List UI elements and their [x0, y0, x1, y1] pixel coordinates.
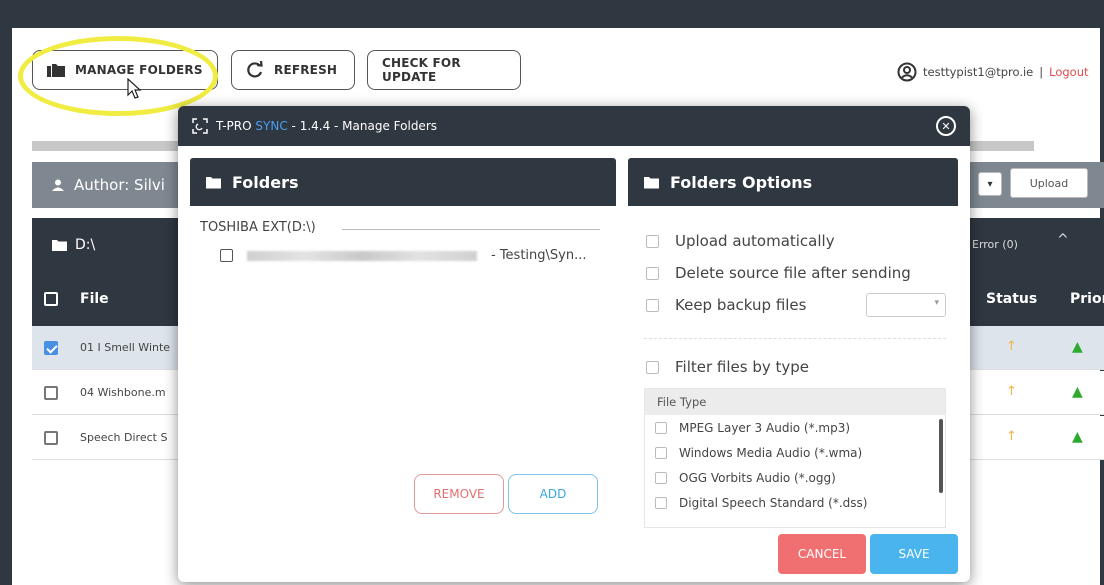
folders-pane-body: TOSHIBA EXT(D:\) - Testing\Syn... REMOVE… — [190, 206, 616, 520]
blurred-folder-path — [247, 250, 477, 261]
user-avatar-icon — [897, 62, 917, 82]
window-frame-left — [0, 0, 12, 585]
file-type-item[interactable]: Windows Media Audio (*.wma) — [645, 440, 945, 465]
close-icon[interactable]: ✕ — [936, 116, 956, 136]
upload-automatically-option[interactable]: Upload automatically — [646, 232, 835, 250]
mouse-cursor-icon — [127, 78, 142, 99]
cancel-button[interactable]: CANCEL — [778, 534, 866, 574]
title-version: - 1.4.4 - Manage Folders — [291, 119, 437, 133]
user-area: testtypist1@tpro.ie | Logout — [897, 62, 1089, 82]
folder-checkbox[interactable] — [220, 249, 233, 262]
file-name: Speech Direct S — [80, 431, 168, 444]
upload-status-icon: ↑ — [1006, 384, 1017, 399]
logout-link[interactable]: Logout — [1049, 65, 1088, 79]
upload-status-icon: ↑ — [1006, 429, 1017, 444]
upload-status-icon: ↑ — [1006, 339, 1017, 354]
priority-column-header: Prior — [1070, 291, 1104, 307]
delete-source-checkbox[interactable] — [646, 266, 659, 280]
author-icon — [52, 179, 64, 191]
title-brand: T-PRO — [216, 119, 252, 133]
priority-up-icon[interactable]: ▲ — [1072, 429, 1083, 445]
dialog-title: T-PRO SYNC - 1.4.4 - Manage Folders — [216, 119, 437, 133]
select-all-checkbox[interactable] — [44, 292, 58, 306]
keep-backup-label: Keep backup files — [675, 296, 807, 314]
folders-pane-title: Folders — [232, 172, 299, 192]
chevron-down-icon: ▾ — [934, 298, 939, 308]
file-type-scrollbar[interactable] — [939, 419, 943, 493]
folder-open-icon — [52, 240, 67, 251]
upload-automatically-label: Upload automatically — [675, 232, 835, 250]
file-type-label: Windows Media Audio (*.wma) — [679, 445, 863, 460]
file-type-item[interactable]: OGG Vorbits Audio (*.ogg) — [645, 465, 945, 490]
keep-backup-checkbox[interactable] — [646, 298, 659, 312]
folder-name-suffix: - Testing\Syn... — [491, 248, 587, 263]
file-type-item[interactable]: MPEG Layer 3 Audio (*.mp3) — [645, 415, 945, 440]
row-checkbox[interactable] — [44, 431, 58, 445]
refresh-label: REFRESH — [274, 63, 338, 77]
backup-count-select[interactable]: ▾ — [866, 293, 946, 317]
upload-button[interactable]: Upload — [1010, 168, 1088, 198]
file-type-list: File Type MPEG Layer 3 Audio (*.mp3) Win… — [644, 388, 946, 528]
priority-up-icon[interactable]: ▲ — [1072, 339, 1083, 355]
highlight-annotation — [18, 36, 218, 116]
collapse-chevron-icon[interactable]: ^ — [1057, 232, 1069, 248]
app-logo-icon — [192, 118, 208, 134]
author-dropdown-chevron-icon[interactable]: ▾ — [978, 172, 1002, 196]
folder-path: D:\ — [75, 237, 96, 253]
options-pane-header: Folders Options — [628, 158, 958, 206]
manage-folders-dialog: T-PRO SYNC - 1.4.4 - Manage Folders ✕ Fo… — [178, 106, 970, 582]
user-separator: | — [1039, 65, 1044, 79]
options-divider — [644, 338, 946, 339]
folder-open-icon — [644, 176, 659, 188]
file-name: 01 I Smell Winte — [80, 341, 171, 354]
dialog-title-bar: T-PRO SYNC - 1.4.4 - Manage Folders — [178, 106, 970, 146]
check-for-update-button[interactable]: CHECK FOR UPDATE — [367, 50, 521, 90]
filter-by-type-checkbox[interactable] — [646, 360, 659, 374]
app-top-bar — [12, 0, 1104, 28]
status-column-header: Status — [986, 291, 1038, 307]
title-sync: SYNC — [255, 119, 288, 133]
row-checkbox[interactable] — [44, 341, 58, 355]
file-column-header: File — [80, 291, 109, 307]
error-count: Error (0) — [972, 238, 1018, 251]
file-name: 04 Wishbone.m — [80, 386, 166, 399]
refresh-icon — [247, 61, 263, 78]
user-email: testtypist1@tpro.ie — [923, 65, 1034, 79]
remove-folder-button[interactable]: REMOVE — [414, 474, 504, 514]
file-type-label: OGG Vorbits Audio (*.ogg) — [679, 470, 836, 485]
file-type-checkbox[interactable] — [655, 496, 667, 509]
add-folder-button[interactable]: ADD — [508, 474, 598, 514]
file-type-header: File Type — [645, 389, 945, 415]
drive-divider — [342, 229, 600, 230]
priority-up-icon[interactable]: ▲ — [1072, 384, 1083, 400]
file-type-item[interactable]: Digital Speech Standard (*.dss) — [645, 490, 945, 515]
drive-label: TOSHIBA EXT(D:\) — [200, 220, 316, 235]
filter-by-type-label: Filter files by type — [675, 358, 810, 376]
folder-list-item[interactable]: - Testing\Syn... — [220, 248, 587, 263]
delete-source-label: Delete source file after sending — [675, 264, 911, 282]
file-type-label: MPEG Layer 3 Audio (*.mp3) — [679, 420, 851, 435]
file-type-checkbox[interactable] — [655, 471, 667, 484]
row-checkbox[interactable] — [44, 386, 58, 400]
file-type-label: Digital Speech Standard (*.dss) — [679, 495, 868, 510]
delete-source-option[interactable]: Delete source file after sending — [646, 264, 911, 282]
save-button[interactable]: SAVE — [870, 534, 958, 574]
author-label: Author: Silvi — [74, 176, 165, 194]
check-for-update-label: CHECK FOR UPDATE — [382, 56, 461, 84]
upload-automatically-checkbox[interactable] — [646, 234, 659, 248]
options-pane-title: Folders Options — [670, 172, 813, 192]
folders-pane-header: Folders — [190, 158, 616, 206]
refresh-button[interactable]: REFRESH — [231, 50, 355, 90]
filter-by-type-option[interactable]: Filter files by type — [646, 358, 809, 376]
folder-open-icon — [206, 176, 221, 188]
file-type-checkbox[interactable] — [655, 421, 667, 434]
keep-backup-option[interactable]: Keep backup files — [646, 296, 806, 314]
file-type-checkbox[interactable] — [655, 446, 667, 459]
